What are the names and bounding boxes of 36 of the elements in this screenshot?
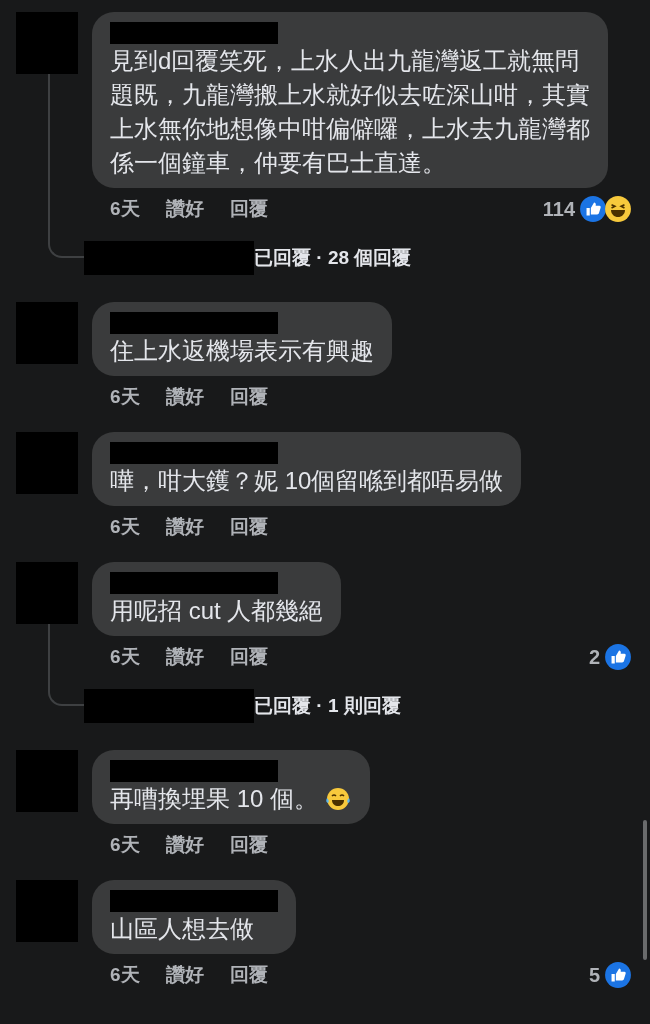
view-replies-link[interactable]: 已回覆 · 28 個回覆 bbox=[254, 243, 412, 273]
redaction-block bbox=[16, 880, 78, 942]
redaction-block bbox=[16, 302, 78, 364]
redaction-block bbox=[16, 750, 78, 812]
reply-link[interactable]: 回覆 bbox=[229, 382, 268, 412]
scrollbar[interactable] bbox=[643, 820, 647, 960]
like-link[interactable]: 讚好 bbox=[165, 830, 204, 860]
view-replies-link[interactable]: 已回覆 · 1 則回覆 bbox=[254, 691, 401, 721]
reply-link[interactable]: 回覆 bbox=[229, 512, 268, 542]
timestamp: 6天 bbox=[110, 514, 140, 539]
like-link[interactable]: 讚好 bbox=[165, 642, 204, 672]
reply-link[interactable]: 回覆 bbox=[229, 960, 268, 990]
comment-text: 住上水返機場表示有興趣 bbox=[110, 336, 374, 366]
redaction-block bbox=[16, 562, 78, 624]
comment-text: 見到d回覆笑死，上水人出九龍灣返工就無問題既，九龍灣搬上水就好似去咗深山咁，其實上水無你地想像中咁偏僻囉，上水去九龍灣都係一個鐘車，仲要有巴士直達。 bbox=[110, 46, 590, 178]
timestamp: 6天 bbox=[110, 962, 140, 987]
reaction-count: 5 bbox=[588, 963, 600, 988]
reaction-count: 114 bbox=[542, 197, 575, 222]
comment-text: 用呢招 cut 人都幾絕 bbox=[110, 596, 324, 626]
reply-link[interactable]: 回覆 bbox=[229, 194, 268, 224]
reply-link[interactable]: 回覆 bbox=[229, 642, 268, 672]
comment-text: 再嘈換埋果 10 個。 bbox=[110, 784, 319, 814]
comment-text: 嘩，咁大鑊？妮 10個留喺到都唔易做 bbox=[110, 466, 504, 496]
like-link[interactable]: 讚好 bbox=[165, 382, 204, 412]
redaction-block bbox=[16, 432, 78, 494]
redaction-block bbox=[16, 12, 78, 74]
reaction-count: 2 bbox=[588, 645, 600, 670]
like-link[interactable]: 讚好 bbox=[165, 960, 204, 990]
timestamp: 6天 bbox=[110, 384, 140, 409]
like-link[interactable]: 讚好 bbox=[165, 194, 204, 224]
like-link[interactable]: 讚好 bbox=[165, 512, 204, 542]
timestamp: 6天 bbox=[110, 644, 140, 669]
timestamp: 6天 bbox=[110, 196, 140, 221]
comment-text: 山區人想去做 bbox=[110, 914, 254, 944]
timestamp: 6天 bbox=[110, 832, 140, 857]
reply-link[interactable]: 回覆 bbox=[229, 830, 268, 860]
